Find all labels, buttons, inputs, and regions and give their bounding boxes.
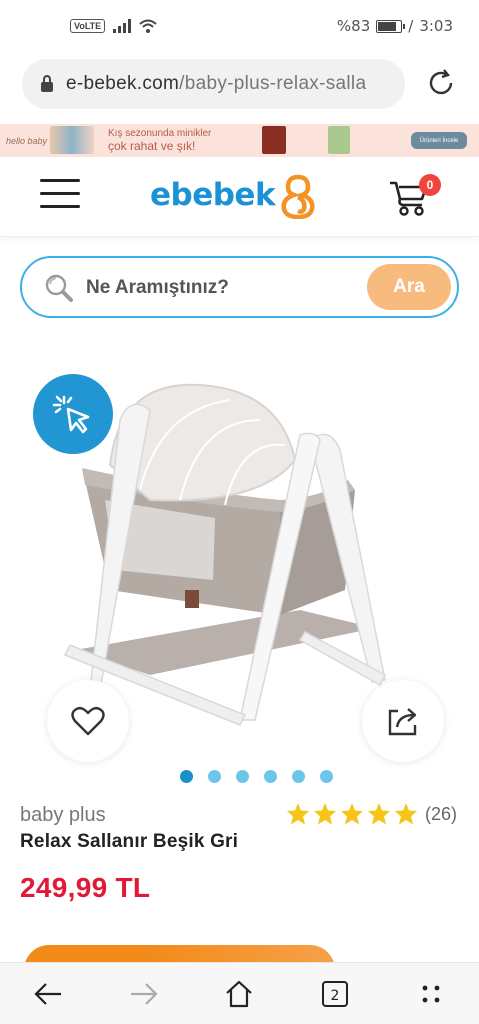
review-count[interactable]: (26) [425, 804, 457, 825]
carousel-dot[interactable] [264, 770, 277, 783]
back-button[interactable] [31, 977, 65, 1011]
forward-button[interactable] [127, 977, 161, 1011]
logo-mark-icon [281, 174, 315, 219]
arrow-right-icon [131, 983, 158, 1005]
volte-indicator: VoLTE [70, 19, 106, 33]
battery-fill [378, 21, 396, 31]
hamburger-line [40, 205, 80, 208]
more-menu-button[interactable] [414, 977, 448, 1011]
hamburger-line [40, 179, 80, 182]
lock-icon [41, 75, 53, 92]
promo-image-dress [262, 126, 286, 154]
favorite-button[interactable] [47, 680, 129, 762]
star-icon [314, 803, 336, 825]
site-logo[interactable]: ebebek [150, 171, 318, 219]
battery-percent: %83 [336, 17, 371, 35]
status-separator: / [408, 17, 414, 35]
tabs-button[interactable]: 2 [318, 977, 352, 1011]
tap-cursor-icon [52, 395, 90, 434]
logo-text: ebebek [150, 177, 276, 213]
status-bar: VoLTE %83 / 3:03 [0, 0, 479, 52]
product-price: 249,99 TL [20, 872, 151, 903]
browser-nav-bar: 2 [0, 962, 479, 1024]
status-right: %83 / 3:03 [337, 17, 453, 35]
browser-toolbar: e-bebek.com/baby-plus-relax-salla [0, 58, 479, 110]
star-icon [341, 803, 363, 825]
wifi-icon [139, 19, 157, 33]
search-bar: Ara [20, 256, 459, 318]
hamburger-line [40, 192, 80, 195]
home-button[interactable] [222, 977, 256, 1011]
zoom-button[interactable] [33, 374, 113, 454]
more-dots-icon [422, 985, 440, 1003]
clock: 3:03 [419, 17, 453, 35]
image-carousel-dots [180, 770, 333, 783]
signal-icon [113, 19, 132, 33]
star-icon [395, 803, 417, 825]
carousel-dot[interactable] [320, 770, 333, 783]
star-icon [368, 803, 390, 825]
heart-icon [71, 706, 105, 736]
carousel-dot[interactable] [208, 770, 221, 783]
carousel-dot[interactable] [180, 770, 193, 783]
magnifier-icon [45, 274, 73, 302]
promo-text: Kış sezonunda minikler çok rahat ve şık! [108, 127, 211, 153]
site-header: ebebek 0 [0, 157, 479, 237]
hamburger-icon[interactable] [40, 179, 80, 211]
reload-icon[interactable] [424, 66, 458, 100]
url-text: e-bebek.com/baby-plus-relax-salla [66, 73, 366, 95]
product-title: Relax Sallanır Beşik Gri [20, 831, 239, 852]
promo-image-left [50, 126, 94, 154]
url-domain: e-bebek.com [66, 73, 180, 94]
product-brand[interactable]: baby plus [20, 804, 106, 827]
search-button[interactable]: Ara [367, 264, 451, 310]
home-icon [226, 980, 252, 1008]
carousel-dot[interactable] [292, 770, 305, 783]
promo-banner[interactable]: hello baby Kış sezonunda minikler çok ra… [0, 124, 479, 157]
arrow-left-icon [34, 983, 61, 1005]
battery-icon [376, 19, 406, 33]
url-bar[interactable]: e-bebek.com/baby-plus-relax-salla [22, 59, 405, 109]
cart-count-badge[interactable]: 0 [419, 174, 441, 196]
promo-line-2: çok rahat ve şık! [108, 139, 196, 153]
share-icon [388, 708, 417, 736]
url-path: /baby-plus-relax-salla [179, 73, 367, 94]
search-input[interactable] [86, 272, 356, 304]
carousel-dot[interactable] [236, 770, 249, 783]
tab-count: 2 [331, 988, 340, 1004]
promo-image-overall [328, 126, 350, 154]
promo-brand: hello baby [6, 135, 48, 146]
product-rating[interactable]: (26) [286, 802, 457, 826]
tabs-icon: 2 [322, 981, 348, 1007]
promo-button[interactable]: Ürünleri İncele [411, 132, 467, 149]
star-icon [287, 803, 309, 825]
share-button[interactable] [362, 680, 444, 762]
status-left: VoLTE [70, 19, 157, 33]
